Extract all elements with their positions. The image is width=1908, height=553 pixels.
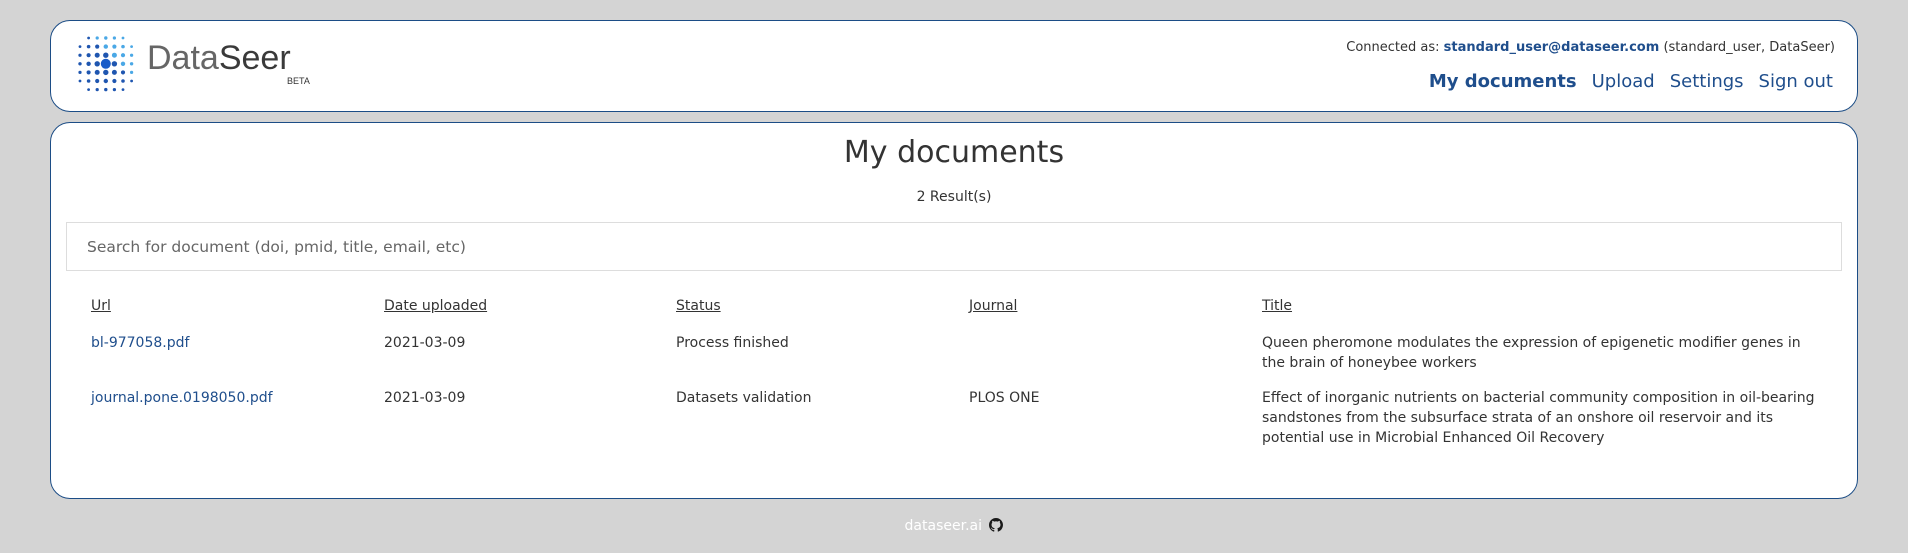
table-row-status: Datasets validation — [676, 390, 812, 406]
connected-suffix: (standard_user, DataSeer) — [1663, 40, 1835, 55]
dataseer-logo[interactable]: DataSeer BETA — [75, 33, 310, 97]
footer-link[interactable]: dataseer.ai — [905, 518, 982, 534]
documents-panel: My documents 2 Result(s) Url Date upload… — [50, 122, 1858, 499]
logo-text: DataSeer — [147, 39, 291, 77]
footer: dataseer.ai — [0, 518, 1908, 534]
column-header-url[interactable]: Url — [91, 298, 111, 314]
main-nav: My documents Upload Settings Sign out — [1429, 71, 1833, 92]
column-header-status[interactable]: Status — [676, 298, 721, 314]
table-row-url: bl-977058.pdf — [91, 333, 189, 353]
table-row-journal: PLOS ONE — [969, 390, 1040, 406]
user-email-link[interactable]: standard_user@dataseer.com — [1444, 40, 1660, 55]
connected-prefix: Connected as: — [1346, 40, 1440, 55]
table-row-title: Effect of inorganic nutrients on bacteri… — [1262, 390, 1815, 446]
table-row-date: 2021-03-09 — [384, 390, 466, 406]
beta-badge: BETA — [287, 76, 310, 86]
header-panel: DataSeer BETA Connected as: standard_use… — [50, 20, 1858, 112]
connected-as: Connected as: standard_user@dataseer.com… — [1346, 40, 1835, 55]
nav-upload[interactable]: Upload — [1592, 71, 1655, 92]
table-row-title: Queen pheromone modulates the expression… — [1262, 335, 1801, 371]
results-count: 2 Result(s) — [916, 189, 992, 205]
logo-dots-icon — [78, 36, 134, 92]
table-row-status: Process finished — [676, 335, 789, 351]
document-link[interactable]: journal.pone.0198050.pdf — [91, 390, 273, 406]
column-header-title[interactable]: Title — [1262, 298, 1822, 314]
table-row-date: 2021-03-09 — [384, 335, 466, 351]
nav-my-documents[interactable]: My documents — [1429, 71, 1577, 92]
column-header-date[interactable]: Date uploaded — [384, 298, 487, 314]
page-title: My documents — [843, 135, 1065, 170]
column-header-journal[interactable]: Journal — [969, 298, 1017, 314]
document-search-input[interactable] — [66, 222, 1842, 271]
table-row-url: journal.pone.0198050.pdf — [91, 388, 273, 408]
document-link[interactable]: bl-977058.pdf — [91, 335, 189, 351]
nav-sign-out[interactable]: Sign out — [1759, 71, 1833, 92]
github-icon[interactable] — [989, 518, 1004, 532]
nav-settings[interactable]: Settings — [1670, 71, 1744, 92]
